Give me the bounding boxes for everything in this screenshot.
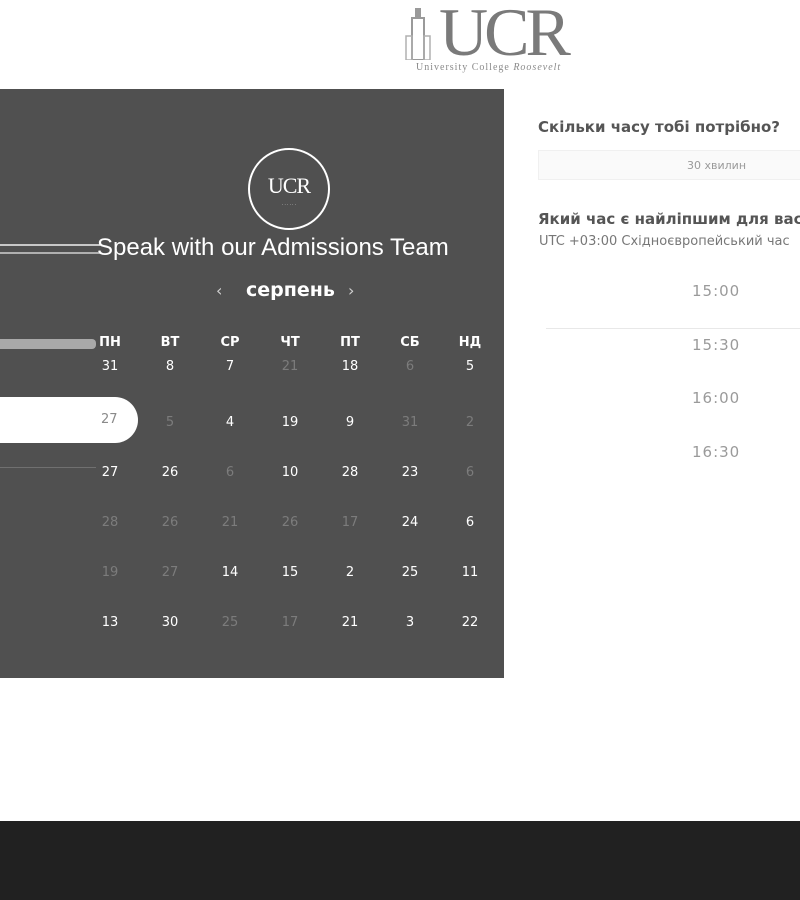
calendar-day[interactable]: 2 <box>320 565 380 580</box>
calendar-day: 6 <box>405 359 415 374</box>
calendar-day[interactable]: 8 <box>140 359 200 374</box>
weekday-header: СР <box>220 335 240 350</box>
logo-subtitle: University College Roosevelt <box>416 62 562 73</box>
calendar-day[interactable]: 7 <box>200 359 260 374</box>
divider-line <box>0 252 100 254</box>
current-month: серпень <box>246 279 335 301</box>
calendar-day[interactable]: 6 <box>440 515 500 530</box>
weekday-header: ЧТ <box>280 335 300 350</box>
calendar-day[interactable]: 14 <box>200 565 260 580</box>
calendar-day[interactable]: 28 <box>320 465 380 480</box>
panel-title: Speak with our Admissions Team <box>97 234 449 261</box>
calendar-day[interactable]: 5 <box>440 359 500 374</box>
time-slot[interactable]: 16:30 <box>546 439 800 489</box>
calendar-day: 5 <box>165 415 175 430</box>
calendar-day[interactable]: 23 <box>380 465 440 480</box>
calendar-panel: UCR · · · · · · Speak with our Admission… <box>0 89 504 678</box>
calendar-day: 25 <box>221 615 239 630</box>
calendar-day[interactable]: 18 <box>320 359 380 374</box>
calendar-day: 19 <box>101 565 119 580</box>
calendar-day[interactable]: 30 <box>140 615 200 630</box>
calendar-day[interactable]: 11 <box>440 565 500 580</box>
calendar-day[interactable]: 19 <box>260 415 320 430</box>
calendar-day[interactable]: 22 <box>440 615 500 630</box>
calendar-day[interactable]: 10 <box>260 465 320 480</box>
calendar-day: 21 <box>221 515 239 530</box>
selected-day: 27 <box>101 412 118 427</box>
calendar-day[interactable]: 4 <box>200 415 260 430</box>
calendar-day: 2 <box>465 415 475 430</box>
time-slot[interactable]: 15:30 <box>546 332 800 382</box>
calendar-day: 26 <box>161 515 179 530</box>
time-slot-label: 15:30 <box>692 336 741 354</box>
footer <box>0 821 800 900</box>
calendar-day[interactable]: 26 <box>140 465 200 480</box>
calendar-day: 6 <box>465 465 475 480</box>
tower-icon <box>405 8 431 60</box>
time-slot[interactable]: 16:00 <box>546 385 800 435</box>
calendar-day: 17 <box>281 615 299 630</box>
calendar-day[interactable]: 3 <box>380 615 440 630</box>
prev-month-icon[interactable]: ‹ <box>216 281 222 300</box>
calendar-day: 6 <box>225 465 235 480</box>
calendar-day: 17 <box>341 515 359 530</box>
weekday-header: ПН <box>99 335 121 350</box>
ucr-emblem: UCR · · · · · · <box>248 148 330 230</box>
next-month-icon[interactable]: › <box>348 281 354 300</box>
calendar-day[interactable]: 15 <box>260 565 320 580</box>
emblem-subtext: · · · · · · <box>282 202 296 207</box>
duration-question: Скільки часу тобі потрібно? <box>538 118 780 136</box>
time-slot-label: 16:30 <box>692 443 741 461</box>
weekday-header: СБ <box>400 335 420 350</box>
calendar-day[interactable]: 31 <box>80 359 140 374</box>
ucr-logo[interactable]: UCR University College Roosevelt <box>403 0 603 76</box>
time-question: Який час є найліпшим для вас? <box>538 210 800 228</box>
time-slot[interactable]: 15:00 <box>546 278 800 329</box>
calendar-day[interactable]: 24 <box>380 515 440 530</box>
calendar-day: 28 <box>101 515 119 530</box>
calendar-day: 21 <box>281 359 299 374</box>
weekday-header: НД <box>458 335 482 350</box>
emblem-text: UCR <box>267 173 311 198</box>
time-slot-label: 15:00 <box>692 282 741 300</box>
divider-line <box>0 244 100 246</box>
calendar-day: 27 <box>161 565 179 580</box>
weekday-header: ВТ <box>160 335 180 350</box>
calendar-day: 26 <box>281 515 299 530</box>
time-slot-label: 16:00 <box>692 389 741 407</box>
calendar-day[interactable]: 27 <box>80 465 140 480</box>
calendar-day[interactable]: 21 <box>320 615 380 630</box>
duration-value: 30 хвилин <box>687 159 747 172</box>
calendar-day: 31 <box>401 415 419 430</box>
weekday-header: ПТ <box>340 335 360 350</box>
calendar-day[interactable]: 9 <box>320 415 380 430</box>
selected-day-highlight[interactable]: 27 <box>0 397 138 443</box>
duration-select[interactable]: 30 хвилин <box>538 150 800 180</box>
timezone-label: UTC +03:00 Східноєвропейський час <box>539 234 790 249</box>
calendar-day[interactable]: 25 <box>380 565 440 580</box>
calendar-day[interactable]: 13 <box>80 615 140 630</box>
